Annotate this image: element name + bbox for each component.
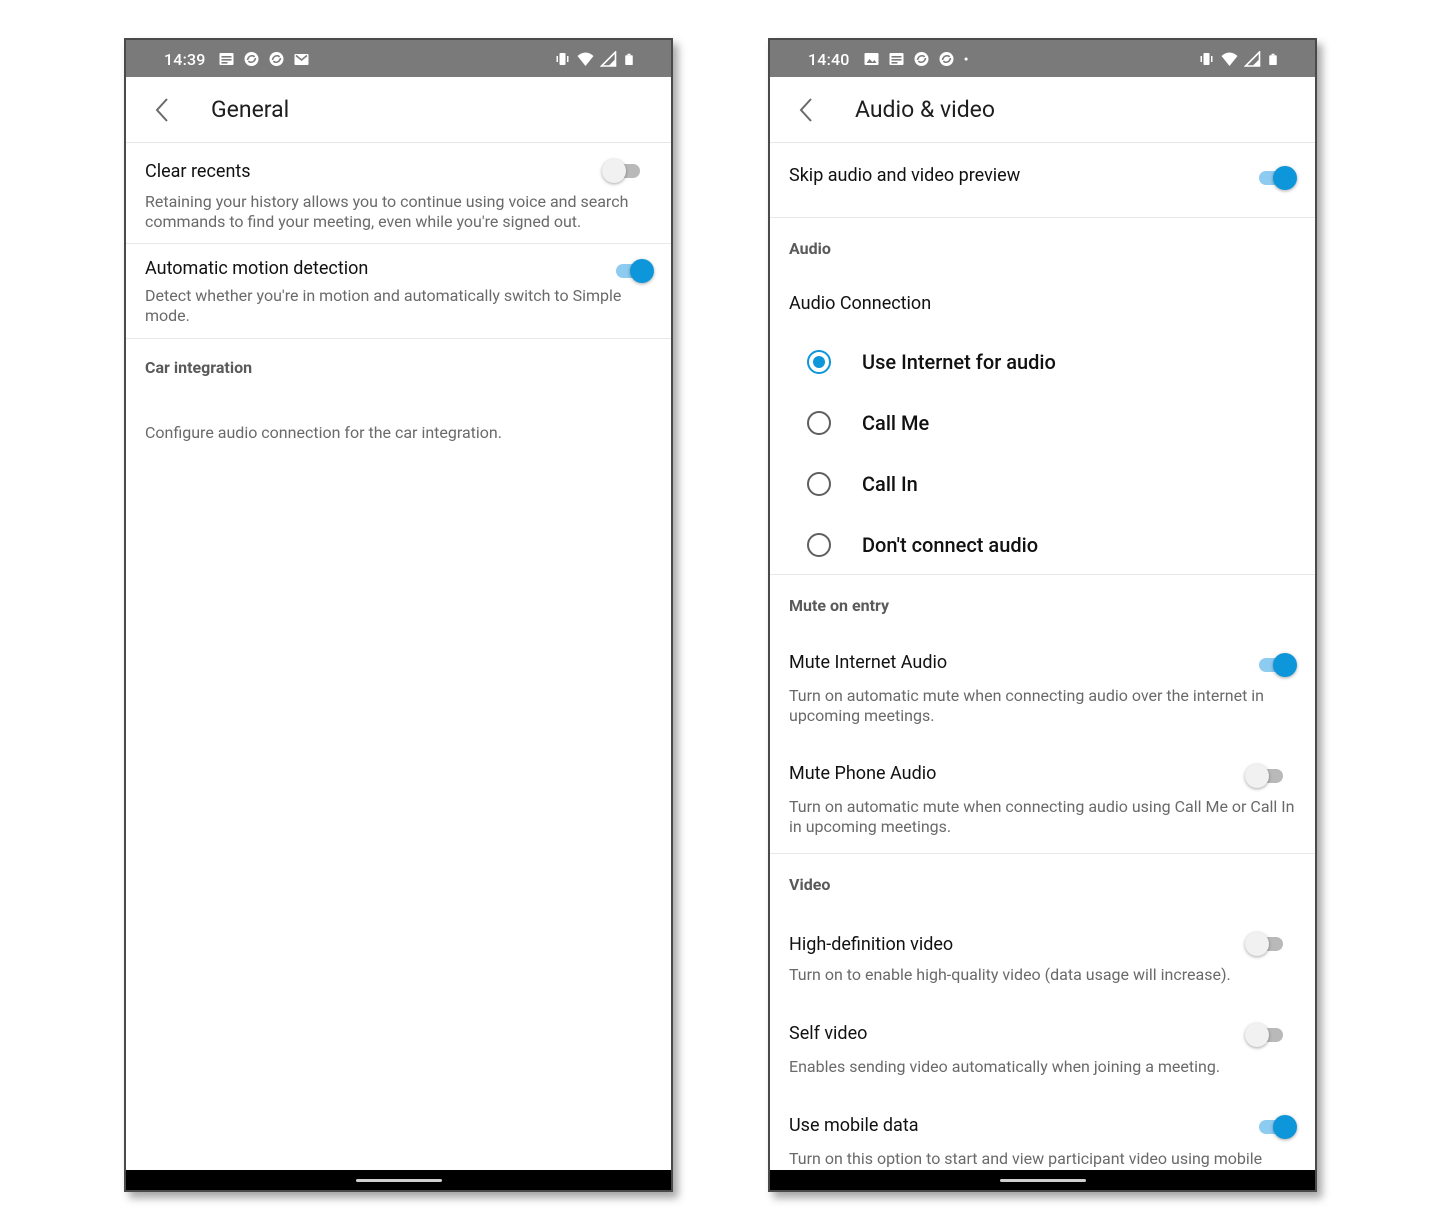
system-status-icons: [1198, 51, 1279, 67]
radio-label: Use Internet for audio: [862, 350, 1056, 374]
divider: [126, 338, 671, 339]
audio-option-call-me[interactable]: Call Me: [770, 401, 1315, 449]
status-bar: 14:39: [126, 40, 671, 77]
clear-recents-toggle[interactable]: [602, 158, 644, 184]
radio-button[interactable]: [807, 411, 831, 435]
mute-internet-description: Turn on automatic mute when connecting a…: [789, 686, 1264, 725]
car-audio-connection-item[interactable]: Configure audio connection for the car i…: [145, 423, 502, 443]
divider: [770, 574, 1315, 575]
sync-icon: [269, 52, 284, 66]
radio-label: Call In: [862, 472, 918, 496]
back-arrow-icon[interactable]: [148, 93, 178, 127]
radio-button[interactable]: [807, 350, 831, 374]
phone-screen-general: 14:39 General Clear recents Retaining yo…: [124, 38, 673, 1192]
wifi-icon: [577, 52, 594, 66]
audio-option-dont-connect[interactable]: Don't connect audio: [770, 523, 1315, 571]
page-title: Audio & video: [855, 96, 995, 123]
system-status-icons: [554, 51, 635, 67]
back-arrow-icon[interactable]: [792, 93, 822, 127]
image-icon: [864, 53, 879, 65]
mobile-data-label: Use mobile data: [789, 1115, 919, 1136]
hd-video-label: High-definition video: [789, 934, 954, 955]
mute-phone-label: Mute Phone Audio: [789, 763, 937, 784]
self-video-label: Self video: [789, 1023, 868, 1044]
hd-video-description: Turn on to enable high-quality video (da…: [789, 965, 1231, 984]
notification-icons: [863, 51, 973, 67]
section-header-mute: Mute on entry: [789, 596, 890, 615]
system-nav-bar: [770, 1170, 1315, 1190]
setting-title: Automatic motion detection: [145, 258, 369, 279]
status-time: 14:39: [164, 50, 206, 69]
status-bar: 14:40: [770, 40, 1315, 77]
signal-icon: [600, 51, 617, 67]
home-gesture-handle[interactable]: [355, 1179, 442, 1182]
vibrate-icon: [1200, 53, 1213, 65]
radio-button[interactable]: [807, 472, 831, 496]
section-header-video: Video: [789, 875, 831, 894]
motion-detection-toggle[interactable]: [614, 258, 654, 284]
wifi-icon: [1221, 52, 1238, 66]
mute-phone-description: Turn on automatic mute when connecting a…: [789, 797, 1295, 836]
signal-icon: [1244, 51, 1261, 67]
mute-internet-toggle[interactable]: [1257, 652, 1297, 678]
divider: [126, 243, 671, 244]
app-bar: Audio & video: [770, 77, 1315, 143]
sync-icon: [244, 52, 259, 66]
setting-title: Clear recents: [145, 161, 251, 182]
mute-internet-label: Mute Internet Audio: [789, 652, 948, 673]
section-header-audio: Audio: [789, 239, 831, 258]
divider: [770, 853, 1315, 854]
mute-phone-toggle[interactable]: [1245, 763, 1287, 789]
section-header-car: Car integration: [145, 358, 253, 377]
home-gesture-handle[interactable]: [999, 1179, 1086, 1182]
vibrate-icon: [556, 53, 569, 65]
sync-icon: [914, 52, 929, 66]
battery-icon: [625, 53, 633, 65]
mail-icon: [294, 54, 309, 65]
status-time: 14:40: [808, 50, 850, 69]
skip-preview-toggle[interactable]: [1257, 165, 1297, 191]
skip-preview-label: Skip audio and video preview: [789, 165, 1021, 186]
mobile-data-description: Turn on this option to start and view pa…: [789, 1149, 1263, 1168]
dot-icon: [964, 57, 968, 61]
app-bar: General: [126, 77, 671, 143]
self-video-toggle[interactable]: [1245, 1022, 1287, 1048]
setting-description: Detect whether you're in motion and auto…: [145, 286, 622, 325]
notification-icons: [218, 51, 310, 67]
page-title: General: [211, 96, 290, 123]
news-icon: [219, 53, 234, 65]
divider: [770, 217, 1315, 218]
mobile-data-toggle[interactable]: [1257, 1114, 1297, 1140]
audio-option-call-in[interactable]: Call In: [770, 462, 1315, 510]
phone-screen-audio-video: 14:40 Audio & video Skip audio and video…: [768, 38, 1317, 1192]
system-nav-bar: [126, 1170, 671, 1190]
radio-label: Call Me: [862, 411, 930, 435]
radio-button[interactable]: [807, 533, 831, 557]
battery-icon: [1269, 53, 1277, 65]
news-icon: [889, 53, 904, 65]
sync-icon: [939, 52, 954, 66]
hd-video-toggle[interactable]: [1245, 931, 1287, 957]
setting-description: Retaining your history allows you to con…: [145, 192, 629, 231]
audio-connection-label: Audio Connection: [789, 293, 932, 314]
radio-label: Don't connect audio: [862, 533, 1039, 557]
self-video-description: Enables sending video automatically when…: [789, 1057, 1221, 1076]
audio-option-internet[interactable]: Use Internet for audio: [770, 340, 1315, 388]
